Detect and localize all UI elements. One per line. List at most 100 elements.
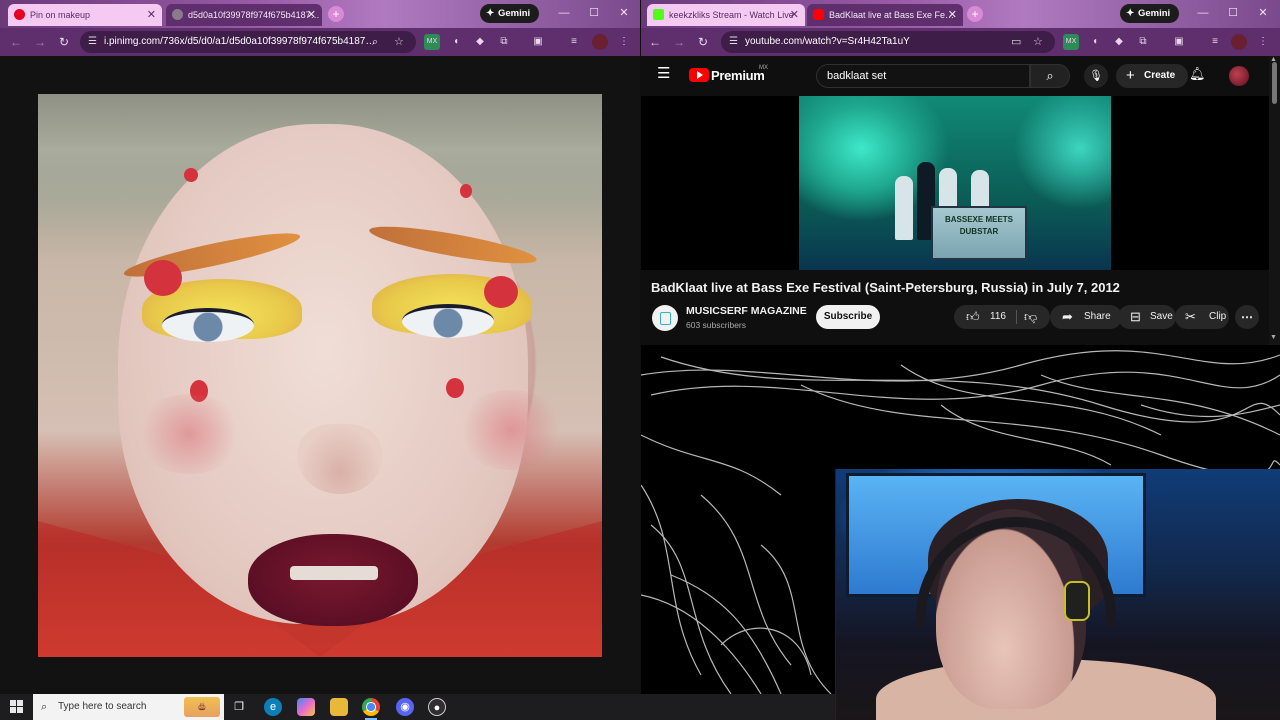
sparkle-icon: ✦ (1126, 8, 1135, 19)
close-icon[interactable]: ✕ (307, 4, 316, 26)
chrome-icon[interactable] (362, 698, 380, 716)
create-label: Create (1144, 70, 1176, 81)
discord-icon[interactable]: ◉ (396, 698, 414, 716)
bookmark-star-icon[interactable]: ☆ (1033, 31, 1043, 53)
windows-start-icon[interactable] (10, 700, 24, 714)
reading-list-icon[interactable]: ≡ (1207, 34, 1223, 50)
microphone-icon[interactable]: 🎙 (1084, 64, 1108, 88)
minimize-button[interactable]: — (550, 4, 578, 22)
thumbs-up-icon[interactable]: 👍︎ (966, 305, 980, 329)
back-icon[interactable]: ← (645, 32, 665, 52)
search-icon[interactable]: ⌕ (1030, 64, 1070, 88)
edge-icon[interactable]: e (264, 698, 282, 716)
video-frame[interactable]: BASSEXE MEETS DUBSTAR (799, 96, 1111, 270)
tab-youtube-video[interactable]: BadKlaat live at Bass Exe Fe… ✕ (807, 4, 963, 26)
share-button[interactable]: ➦ Share (1050, 305, 1122, 329)
channel-avatar[interactable] (652, 305, 678, 331)
avatar[interactable] (1229, 66, 1249, 86)
globe-icon (172, 9, 183, 20)
red-dot (460, 184, 472, 198)
taskbar-search-input[interactable]: ⌕ Type here to search 🎂︎ (33, 694, 224, 720)
extension-mx-icon[interactable]: MX (424, 34, 440, 50)
maximize-button[interactable]: ☐ (580, 4, 608, 22)
share-arrow-icon: ➦ (1062, 309, 1073, 324)
bookmark-icon: ⊟ (1130, 309, 1141, 324)
extension-wave-icon[interactable]: ◖ (1087, 34, 1103, 50)
video-player[interactable]: BASSEXE MEETS DUBSTAR (641, 96, 1269, 270)
gemini-button[interactable]: ✦ Gemini (1120, 4, 1180, 23)
extension-wave-icon[interactable]: ◖ (448, 34, 464, 50)
hamburger-menu-icon[interactable]: ☰ (657, 66, 673, 82)
tab-image-url[interactable]: d5d0a10f39978f974f675b4187… ✕ (166, 4, 322, 26)
red-dot (184, 168, 198, 182)
makeup-photo (38, 94, 602, 657)
copilot-icon[interactable] (297, 698, 315, 716)
close-window-button[interactable]: ✕ (1249, 4, 1277, 22)
maximize-button[interactable]: ☐ (1219, 4, 1247, 22)
close-icon[interactable]: ✕ (948, 4, 957, 26)
reload-icon[interactable]: ↻ (693, 32, 713, 52)
search-input[interactable]: badklaat set (816, 64, 1030, 88)
new-tab-button[interactable]: + (967, 6, 983, 22)
extensions-puzzle-icon[interactable]: ⧉ (496, 34, 512, 50)
like-count[interactable]: 116 (990, 305, 1006, 329)
profile-avatar[interactable] (592, 34, 608, 50)
youtube-brand[interactable]: Premium (711, 68, 765, 83)
extension-diamond-icon[interactable]: ◆ (472, 34, 488, 50)
eye-right (402, 304, 494, 338)
tab-search-icon[interactable]: ▣ (1171, 34, 1187, 50)
blush-right (456, 390, 566, 470)
scrollbar-thumb[interactable] (1272, 62, 1277, 104)
tab-search-icon[interactable]: ▣ (530, 34, 546, 50)
close-icon[interactable]: ✕ (147, 4, 156, 26)
thumbs-down-icon[interactable]: 👎︎ (1024, 305, 1037, 329)
menu-kebab-icon[interactable]: ⋮ (616, 34, 632, 50)
file-explorer-icon[interactable] (330, 698, 348, 716)
address-bar[interactable]: ☰ i.pinimg.com/736x/d5/d0/a1/d5d0a10f399… (80, 31, 416, 53)
profile-avatar[interactable] (1231, 34, 1247, 50)
extension-diamond-icon[interactable]: ◆ (1111, 34, 1127, 50)
windows-taskbar: ⌕ Type here to search 🎂︎ ❐ e ◉ ● (0, 694, 835, 720)
subscribe-button[interactable]: Subscribe (816, 305, 880, 329)
search-highlight-icon[interactable]: 🎂︎ (184, 697, 220, 717)
teeth (290, 566, 378, 580)
page-scrollbar[interactable]: ▲ ▼ (1269, 56, 1280, 346)
extensions-puzzle-icon[interactable]: ⧉ (1135, 34, 1151, 50)
new-tab-button[interactable]: + (328, 6, 344, 22)
minimize-button[interactable]: — (1189, 4, 1217, 22)
tab-kick-stream[interactable]: keekzkliks Stream - Watch Live ✕ (647, 4, 805, 26)
forward-icon[interactable]: → (30, 32, 50, 52)
site-info-icon[interactable]: ☰ (88, 31, 97, 53)
site-info-icon[interactable]: ☰ (729, 31, 738, 53)
scroll-down-icon[interactable]: ▼ (1270, 334, 1277, 341)
address-bar[interactable]: ☰ youtube.com/watch?v=Sr4H42Ta1uY ▭ ☆ (721, 31, 1055, 53)
youtube-logo-icon[interactable] (689, 68, 709, 82)
nose (298, 424, 382, 494)
gemini-label: Gemini (1138, 8, 1171, 19)
reading-list-icon[interactable]: ≡ (566, 34, 582, 50)
menu-kebab-icon[interactable]: ⋮ (1255, 34, 1271, 50)
more-actions-button[interactable]: ⋯ (1235, 305, 1259, 329)
obs-icon[interactable]: ● (428, 698, 446, 716)
gemini-button[interactable]: ✦ Gemini (480, 4, 540, 23)
close-window-button[interactable]: ✕ (610, 4, 638, 22)
bookmark-star-icon[interactable]: ☆ (394, 31, 404, 53)
reload-icon[interactable]: ↻ (54, 32, 74, 52)
webcam-overlay (835, 469, 1280, 720)
tab-pin-on-makeup[interactable]: Pin on makeup ✕ (8, 4, 162, 26)
notifications-bell-icon[interactable]: 🔔︎ (1189, 66, 1206, 82)
task-view-icon[interactable]: ❐ (230, 698, 248, 716)
clip-button[interactable]: ✂ Clip (1175, 305, 1229, 329)
create-button[interactable]: + Create (1116, 64, 1188, 88)
close-icon[interactable]: ✕ (790, 4, 799, 26)
save-button[interactable]: ⊟ Save (1118, 305, 1176, 329)
forward-icon[interactable]: → (669, 32, 689, 52)
channel-name[interactable]: MUSICSERF MAGAZINE (686, 305, 807, 317)
tab-label: d5d0a10f39978f974f675b4187… (188, 10, 320, 20)
pinterest-icon (14, 9, 25, 20)
cast-icon[interactable]: ▭ (1011, 31, 1021, 53)
back-icon[interactable]: ← (6, 32, 26, 52)
country-code: MX (759, 65, 768, 71)
extension-mx-icon[interactable]: MX (1063, 34, 1079, 50)
zoom-icon[interactable]: ⌕ (372, 31, 378, 53)
